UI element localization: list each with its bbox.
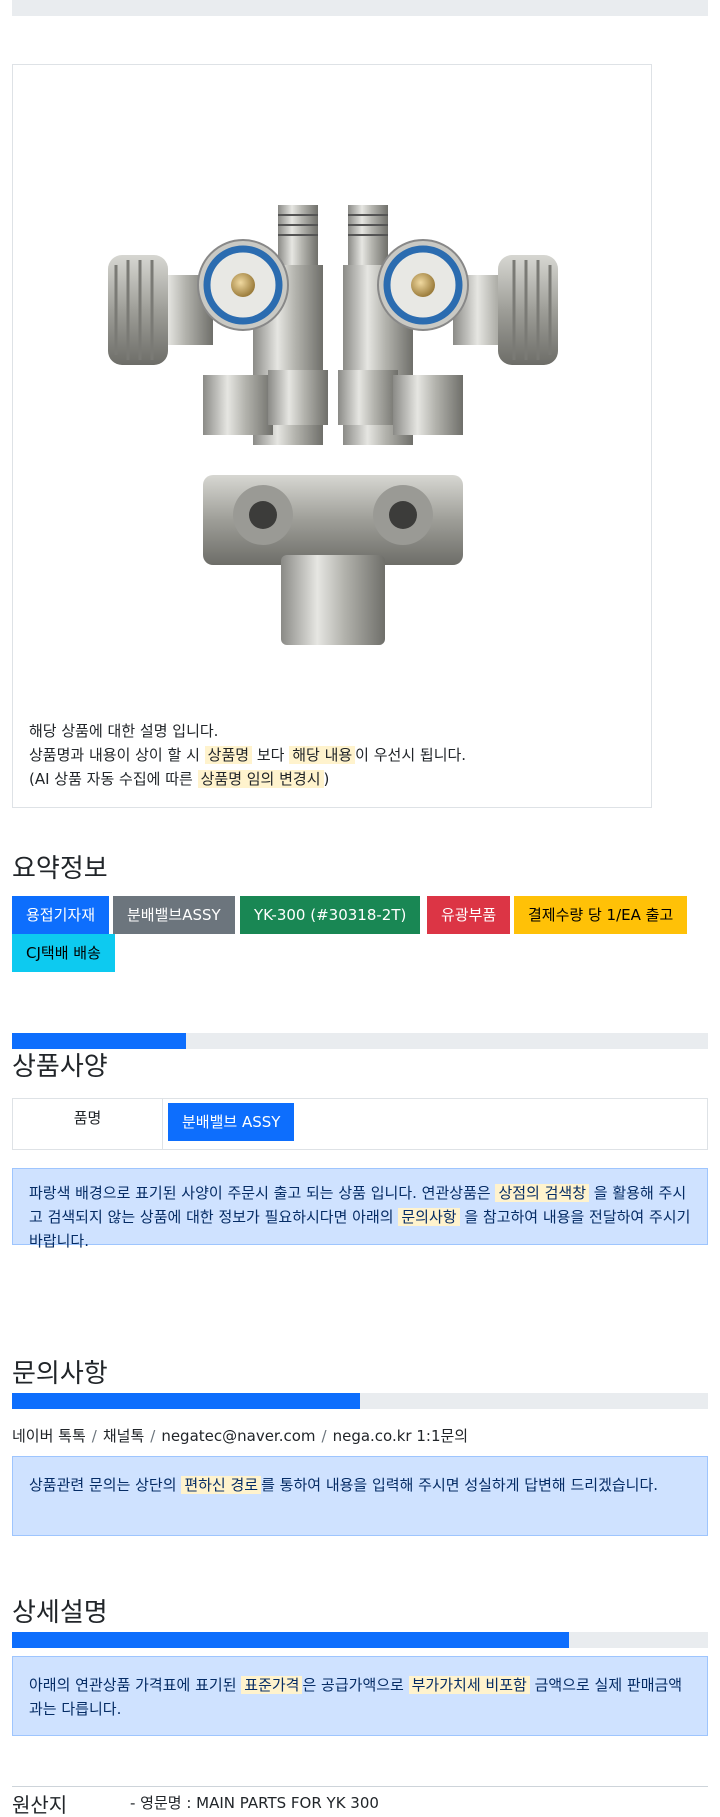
highlight-name-change: 상품명 임의 변경시 bbox=[197, 770, 324, 788]
highlight-content: 해당 내용 bbox=[289, 746, 356, 764]
highlight-standard-price: 표준가격 bbox=[241, 1676, 303, 1694]
highlight-inquiry: 문의사항 bbox=[398, 1208, 460, 1226]
separator: / bbox=[91, 1427, 97, 1445]
description-text: 이 우선시 됩니다. bbox=[355, 746, 467, 764]
detail-notice: 아래의 연관상품 가격표에 표기된 표준가격 은 공급가액으로 부가가치세 비포함… bbox=[12, 1656, 708, 1736]
separator: / bbox=[150, 1427, 156, 1445]
origin-label: 원산지 bbox=[12, 1793, 68, 1817]
channel-channeltalk[interactable]: 채널톡 bbox=[103, 1427, 144, 1445]
origin-value: - 영문명 : MAIN PARTS FOR YK 300 bbox=[130, 1794, 379, 1812]
product-description: 해당 상품에 대한 설명 입니다. 상품명과 내용이 상이 할 시 상품명 보다… bbox=[29, 719, 629, 791]
highlight-vat-excluded: 부가가치세 비포함 bbox=[408, 1676, 530, 1694]
separator: / bbox=[321, 1427, 327, 1445]
inquiry-title: 문의사항 bbox=[12, 1359, 108, 1389]
summary-badge: 유광부품 bbox=[427, 896, 511, 934]
highlight-search-box: 상점의 검색창 bbox=[495, 1184, 590, 1202]
spec-table: 품명 분배밸브 ASSY bbox=[12, 1098, 708, 1150]
description-line: 해당 상품에 대한 설명 입니다. bbox=[29, 719, 629, 743]
notice-text: 파랑색 배경으로 표기된 사양이 주문시 출고 되는 상품 입니다. 연관상품은 bbox=[29, 1184, 496, 1202]
channel-email[interactable]: negatec@naver.com bbox=[161, 1427, 315, 1445]
channel-naver-talk[interactable]: 네이버 톡톡 bbox=[12, 1427, 86, 1445]
description-line: (AI 상품 자동 수집에 따른 상품명 임의 변경시) bbox=[29, 767, 629, 791]
description-line: 상품명과 내용이 상이 할 시 상품명 보다 해당 내용 이 우선시 됩니다. bbox=[29, 743, 629, 767]
product-card: 해당 상품에 대한 설명 입니다. 상품명과 내용이 상이 할 시 상품명 보다… bbox=[12, 64, 652, 808]
summary-title: 요약정보 bbox=[12, 854, 108, 884]
notice-text: 상품관련 문의는 상단의 bbox=[29, 1476, 182, 1494]
description-text: 상품명과 내용이 상이 할 시 bbox=[29, 746, 205, 764]
summary-badge: 분배밸브ASSY bbox=[113, 896, 235, 934]
notice-text: 아래의 연관상품 가격표에 표기된 bbox=[29, 1676, 242, 1694]
notice-text: 은 공급가액으로 bbox=[302, 1676, 409, 1694]
channel-website-inquiry[interactable]: nega.co.kr 1:1문의 bbox=[333, 1427, 469, 1445]
highlight-product-name: 상품명 bbox=[204, 746, 253, 764]
inquiry-notice: 상품관련 문의는 상단의 편하신 경로 를 통하여 내용을 입력해 주시면 성실하… bbox=[12, 1456, 708, 1536]
notice-text: 를 통하여 내용을 입력해 주시면 성실하게 답변해 드리겠습니다. bbox=[261, 1476, 659, 1494]
product-image bbox=[53, 105, 613, 665]
spec-progress bbox=[12, 1033, 708, 1049]
summary-badge: 결제수량 당 1/EA 출고 bbox=[514, 896, 688, 934]
description-text: 보다 bbox=[252, 746, 290, 764]
detail-progress-fill bbox=[12, 1632, 569, 1648]
inquiry-progress bbox=[12, 1393, 708, 1409]
description-text: (AI 상품 자동 수집에 따른 bbox=[29, 770, 198, 788]
detail-title: 상세설명 bbox=[12, 1598, 108, 1628]
origin-divider bbox=[12, 1786, 708, 1787]
spec-value-badge: 분배밸브 ASSY bbox=[168, 1103, 295, 1141]
description-text: ) bbox=[323, 770, 330, 788]
summary-badge: CJ택배 배송 bbox=[12, 934, 115, 972]
spec-title: 상품사양 bbox=[12, 1052, 108, 1082]
summary-badge: 용접기자재 bbox=[12, 896, 110, 934]
contact-channels: 네이버 톡톡 / 채널톡 / negatec@naver.com / nega.co.kr … bbox=[12, 1425, 468, 1446]
description-text: 해당 상품에 대한 설명 입니다. bbox=[29, 722, 219, 740]
top-progress-bar bbox=[12, 0, 708, 16]
spec-notice: 파랑색 배경으로 표기된 사양이 주문시 출고 되는 상품 입니다. 연관상품은… bbox=[12, 1168, 708, 1250]
summary-badge: YK-300 (#30318-2T) bbox=[240, 896, 421, 934]
highlight-preferred-route: 편하신 경로 bbox=[181, 1476, 262, 1494]
spec-label: 품명 bbox=[13, 1099, 163, 1149]
inquiry-progress-fill bbox=[12, 1393, 360, 1409]
detail-progress bbox=[12, 1632, 708, 1648]
